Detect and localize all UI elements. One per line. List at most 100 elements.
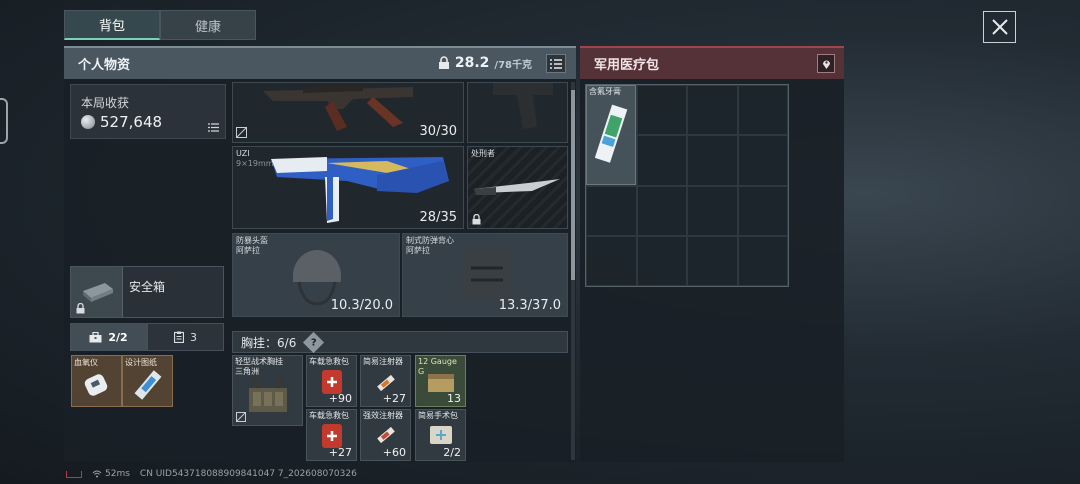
wifi-icon: [92, 470, 102, 478]
chest-rig-icon: [249, 375, 287, 412]
item-name: 简易手术包: [418, 411, 458, 420]
weapon-slot-primary[interactable]: 30/30: [232, 82, 464, 143]
helmet-brand: 阿萨拉: [236, 246, 260, 255]
safebox-slot[interactable]: 安全箱: [70, 266, 224, 318]
weight-current: 28.2: [454, 55, 490, 71]
vest-slot[interactable]: 制式防弹背心 阿萨拉 13.3/37.0: [402, 233, 568, 317]
inventory-title: 个人物资: [78, 58, 131, 73]
helmet-label: 防暴头盔: [236, 236, 268, 245]
oximeter-icon: [84, 374, 108, 396]
earnings-label: 本局收获: [81, 96, 130, 110]
tool-label: 血氧仪: [74, 358, 98, 367]
lock-icon: [438, 56, 449, 69]
durability: 10.3/20.0: [330, 298, 393, 313]
helmet-slot[interactable]: 防暴头盔 阿萨拉 10.3/20.0: [232, 233, 400, 317]
status-bar: 52ms CN UID543718088909841047 7_20260807…: [66, 469, 357, 479]
ammo-count: 28/35: [419, 210, 457, 225]
tool-label: 设计图纸: [125, 358, 157, 367]
item-title: 12 Gauge: [418, 357, 457, 366]
chest-rig-capacity: 6/6: [277, 335, 297, 350]
toothpaste-icon: [595, 104, 628, 163]
location-pin-icon: [822, 60, 830, 69]
chest-item[interactable]: 简易注射器 +27: [360, 355, 411, 407]
help-icon[interactable]: ?: [303, 331, 325, 353]
pistol-icon: [493, 83, 553, 129]
vest-icon: [461, 246, 513, 302]
clipboard-count: 3: [190, 330, 197, 344]
clipboard-icon: [174, 331, 184, 343]
safebox-label: 安全箱: [129, 280, 166, 294]
chest-rig-header: 胸挂：6/6 ?: [232, 331, 568, 353]
item-count: 2/2: [443, 446, 461, 459]
lock-icon: [472, 214, 481, 225]
item-count: +27: [382, 392, 406, 405]
broken-link-icon: [236, 127, 247, 138]
helmet-name: 防暴头盔 阿萨拉: [236, 236, 268, 256]
tool-blueprint[interactable]: 设计图纸: [122, 355, 173, 407]
ping-value: 52ms: [105, 469, 130, 479]
ammo-count: 30/30: [419, 124, 457, 139]
earnings-value: 527,648: [100, 113, 163, 131]
vest-brand: 阿萨拉: [406, 246, 430, 255]
earnings-value-row: 527,648: [81, 113, 162, 131]
tool-oximeter[interactable]: 血氧仪: [71, 355, 122, 407]
rifle-icon: [263, 85, 413, 131]
earnings-list-icon[interactable]: [208, 123, 219, 132]
chest-rig-label: 胸挂：6/6: [241, 334, 296, 351]
item-name: 含氟牙膏: [589, 87, 621, 96]
uzi-name: UZI: [236, 149, 250, 158]
item-name: 车载急救包: [309, 411, 349, 420]
blueprint-icon: [134, 370, 162, 400]
tab-toolbox[interactable]: 2/2: [70, 323, 147, 351]
item-name: 强效注射器: [363, 411, 403, 420]
chest-rig-title: 胸挂：: [241, 335, 278, 350]
weapon-slot-uzi[interactable]: UZI 9×19mm 28/35: [232, 146, 464, 229]
list-icon: [550, 58, 562, 69]
tab-health[interactable]: 健康: [160, 10, 256, 40]
chest-item[interactable]: 12 Gauge G 13: [415, 355, 466, 407]
chest-item[interactable]: 车载急救包 +27: [306, 409, 357, 461]
inventory-header: 个人物资 28.2/78千克: [64, 46, 576, 79]
earnings-card: 本局收获 527,648: [70, 84, 226, 139]
inventory-scrollbar-thumb[interactable]: [571, 90, 575, 280]
medical-item[interactable]: 含氟牙膏: [586, 85, 636, 185]
item-subtitle: G: [418, 367, 425, 376]
wifi-ping: 52ms: [92, 469, 130, 479]
melee-slot[interactable]: 处刑者: [467, 146, 568, 229]
syringe-icon: [377, 426, 395, 444]
medical-kit-header: 军用医疗包: [580, 46, 844, 79]
item-name: 简易注射器: [363, 357, 403, 366]
chest-rig-slot[interactable]: 轻型战术胸挂 三角洲: [232, 355, 303, 426]
item-name: 车载急救包: [309, 357, 349, 366]
chest-item[interactable]: 车载急救包 +90: [306, 355, 357, 407]
close-icon: [991, 19, 1008, 35]
close-button[interactable]: [983, 11, 1016, 43]
weight-max: /78千克: [494, 59, 532, 71]
weapon-slot-secondary[interactable]: [467, 82, 568, 143]
toolbox-icon: [89, 331, 102, 342]
tab-backpack[interactable]: 背包: [64, 10, 160, 40]
melee-name: 处刑者: [471, 149, 495, 158]
chest-item[interactable]: 简易手术包 2/2: [415, 409, 466, 461]
durability: 13.3/37.0: [498, 298, 561, 313]
top-tabs: 背包 健康: [64, 10, 256, 40]
sort-list-button[interactable]: [546, 54, 566, 73]
chest-item[interactable]: 强效注射器 +60: [360, 409, 411, 461]
weight-display: 28.2/78千克: [438, 55, 532, 71]
item-count: +27: [328, 446, 352, 459]
knife-icon: [474, 179, 560, 195]
vest-name: 制式防弹背心 阿萨拉: [406, 236, 454, 256]
battery-icon: [66, 470, 82, 478]
side-handle[interactable]: [0, 98, 8, 144]
toolbox-count: 2/2: [108, 330, 128, 344]
tab-clipboard[interactable]: 3: [147, 323, 224, 351]
vest-label: 制式防弹背心: [406, 236, 454, 245]
locate-button[interactable]: [817, 54, 835, 73]
container-tabs: 2/2 3: [70, 323, 224, 351]
rig-title: 轻型战术胸挂: [235, 357, 283, 366]
medical-kit-title: 军用医疗包: [594, 58, 660, 73]
uid-text: CN UID543718088909841047 7_202608070326: [139, 469, 357, 479]
surgery-kit-icon: [430, 426, 452, 444]
lock-icon: [76, 303, 85, 314]
broken-link-icon: [236, 412, 246, 422]
